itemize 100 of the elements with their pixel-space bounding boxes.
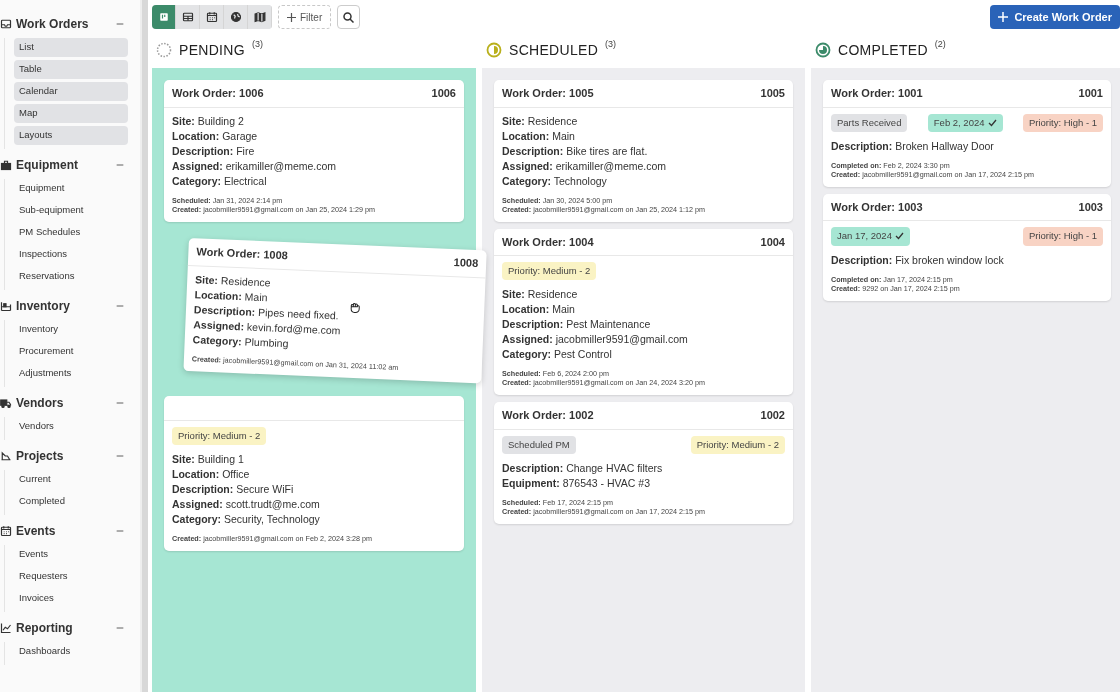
- card-field: Description: Fire: [172, 143, 255, 159]
- order-number: 1004: [760, 234, 785, 250]
- nav-link[interactable]: Inventory: [14, 320, 128, 339]
- card-field: Category: Security, Technology: [172, 511, 320, 527]
- work-order-card[interactable]: [494, 228, 793, 396]
- card-field: Site: Building 2: [172, 113, 244, 129]
- card-field: Description: Secure WiFi: [172, 481, 294, 497]
- card-field: Assigned: jacobmiller9591@gmail.com: [502, 332, 688, 348]
- card-field: Assigned: erikamiller@meme.com: [172, 158, 337, 174]
- section-title: Reporting: [16, 620, 73, 637]
- check-icon: [987, 118, 997, 127]
- completed-date-tag: Feb 2, 2024: [927, 113, 1003, 132]
- card-field: Site: Building 1: [172, 451, 244, 467]
- check-icon: [894, 232, 904, 241]
- priority-tag: Priority: Medium - 2: [690, 435, 785, 454]
- nav-link[interactable]: Calendar: [14, 82, 128, 101]
- card-field: Site: Residence: [502, 113, 578, 129]
- nav-link[interactable]: Requesters: [14, 567, 128, 586]
- create-button[interactable]: Create Work Order: [990, 5, 1120, 29]
- work-order-card[interactable]: [164, 80, 464, 222]
- card-field: Description: Broken Hallway Door: [831, 138, 994, 154]
- column-title: PENDING: [179, 40, 245, 60]
- nav-link[interactable]: Reservations: [14, 267, 128, 286]
- card-field: Equipment: 876543 - HVAC #3: [502, 476, 651, 491]
- card-title: Work Order: 1005: [502, 86, 594, 101]
- view-toggle[interactable]: [152, 5, 176, 29]
- nav-link[interactable]: Events: [14, 545, 128, 564]
- section-title: Equipment: [16, 157, 78, 174]
- nav-link[interactable]: Table: [14, 60, 128, 79]
- nav-link[interactable]: Layouts: [14, 126, 128, 145]
- scrollbar[interactable]: [140, 0, 148, 692]
- card-title: Work Order: 1004: [502, 234, 594, 250]
- scheduled-status-icon: [486, 42, 502, 58]
- work-order-card[interactable]: [494, 80, 793, 222]
- section-title: Events: [16, 523, 56, 540]
- card-field: Category: Pest Control: [502, 347, 612, 363]
- status-tag: Parts Received: [831, 113, 908, 132]
- order-number: 1008: [453, 255, 479, 272]
- filter-button[interactable]: Filter: [278, 5, 332, 29]
- work-order-card[interactable]: [494, 402, 793, 524]
- toolbox-icon: [0, 159, 12, 171]
- nav-link[interactable]: Sub-equipment: [14, 201, 128, 220]
- map-icon: [253, 11, 266, 23]
- nav-link[interactable]: Adjustments: [14, 364, 128, 383]
- card-field: Location: Main: [502, 302, 575, 318]
- nav-link[interactable]: PM Schedules: [14, 223, 128, 242]
- nav-link[interactable]: Vendors: [14, 417, 128, 436]
- section-title: Projects: [16, 448, 64, 465]
- order-number: 1002: [760, 408, 785, 424]
- card-field: Location: Garage: [172, 128, 258, 144]
- globe-icon: [229, 11, 242, 23]
- calendar-icon: [205, 11, 218, 23]
- card-title: Work Order: 1006: [172, 86, 264, 101]
- order-number: 1006: [431, 86, 456, 101]
- card-field: Description: Pest Maintenance: [502, 317, 651, 333]
- nav-link[interactable]: Map: [14, 104, 128, 123]
- table-icon: [181, 11, 194, 23]
- card-title: Work Order: 1008: [196, 244, 289, 264]
- board-icon: [157, 11, 170, 23]
- card-field: Description: Change HVAC filters: [502, 461, 663, 476]
- card-field: Assigned: erikamiller@meme.com: [502, 158, 667, 174]
- column-title: SCHEDULED: [509, 40, 599, 60]
- status-tag: Scheduled PM: [502, 435, 576, 454]
- card-field: Location: Office: [172, 466, 250, 482]
- card-title: Work Order: 1003: [831, 199, 923, 215]
- card-field: Location: Main: [502, 128, 575, 144]
- nav-link[interactable]: Invoices: [14, 589, 128, 608]
- card-field: Category: Technology: [502, 173, 607, 189]
- nav-link[interactable]: Dashboards: [14, 642, 128, 661]
- pending-status-icon: [156, 42, 172, 58]
- order-number: 1003: [1078, 199, 1103, 215]
- card-field: Description: Bike tires are flat.: [502, 143, 648, 159]
- search-icon: [343, 11, 355, 23]
- shelves-icon: [0, 300, 12, 312]
- nav-link[interactable]: Inspections: [14, 245, 128, 264]
- plus-icon: [287, 12, 296, 22]
- priority-tag: Priority: Medium - 2: [502, 262, 597, 281]
- nav-link[interactable]: Equipment: [14, 179, 128, 198]
- nav-link[interactable]: Procurement: [14, 342, 128, 361]
- search-button[interactable]: [337, 5, 361, 29]
- section-title: Inventory: [16, 298, 70, 315]
- column-title: COMPLETED: [838, 40, 928, 60]
- nav-link[interactable]: Current: [14, 470, 128, 489]
- priority-tag: Priority: High - 1: [1022, 227, 1103, 246]
- section-title: Vendors: [16, 395, 64, 412]
- nav-link[interactable]: Completed: [14, 492, 128, 511]
- grab-hand-icon: [348, 300, 361, 314]
- nav-link[interactable]: List: [14, 38, 128, 57]
- card-field: Assigned: scott.trudt@me.com: [172, 496, 320, 512]
- completed-date-tag: Jan 17, 2024: [831, 227, 910, 246]
- priority-tag: Priority: Medium - 2: [172, 426, 267, 445]
- plus-icon: [998, 12, 1009, 22]
- card-count: (3): [605, 38, 617, 51]
- card-count: (3): [251, 38, 263, 51]
- section-title: Work Orders: [16, 16, 89, 33]
- order-number: 1005: [760, 86, 785, 101]
- tray-icon: [0, 18, 12, 30]
- card-field: Description: Fix broken window lock: [831, 252, 1004, 268]
- card-field: Category: Electrical: [172, 173, 267, 189]
- card-title: Work Order: 1002: [502, 408, 594, 424]
